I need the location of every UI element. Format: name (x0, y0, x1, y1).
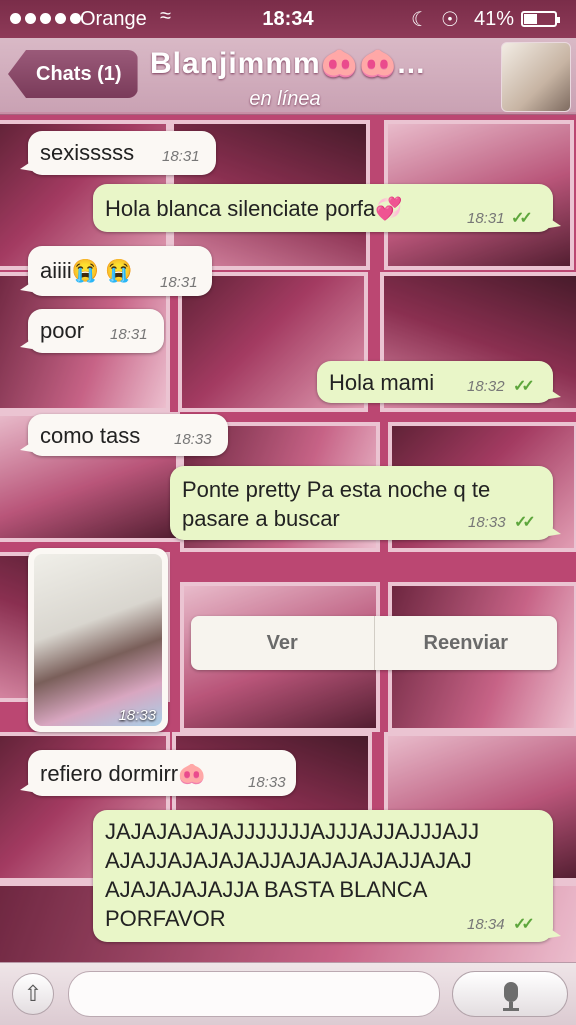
read-receipt-icon: ✓✓ (513, 378, 535, 395)
battery-icon (521, 11, 560, 27)
message-time: 18:31 (110, 326, 148, 343)
rotation-lock-icon: ☉ (441, 9, 459, 31)
image-thumbnail[interactable] (34, 554, 162, 726)
message-time: 18:32 (467, 378, 505, 395)
message-text-line: AJAJAJAJAJJA BASTA BLANCA (105, 877, 428, 902)
chat-header: Chats (1) Blanjimmm🐽🐽... en línea (0, 38, 576, 115)
battery-percentage: 41% (474, 8, 515, 30)
message-text-line: AJAJJAJAJAJAJJAJAJAJAJAJJAJAJ (105, 848, 472, 873)
message-text: Hola mami (329, 370, 435, 395)
message-text-line: Ponte pretty Pa esta noche q te (182, 477, 491, 502)
share-icon: ⇧ (23, 981, 43, 1006)
voice-note-button[interactable] (452, 971, 568, 1017)
message-text: Hola blanca silenciate porfa💞 (105, 196, 403, 221)
message-bubble-outgoing[interactable]: Hola blanca silenciate porfa💞 18:31 ✓✓ (93, 184, 561, 232)
message-bubble-incoming[interactable]: poor 18:31 (20, 309, 164, 353)
message-text: refiero dormirr🐽 (40, 761, 206, 786)
message-input-bar: ⇧ (0, 962, 576, 1025)
message-bubble-incoming[interactable]: refiero dormirr🐽 18:33 (20, 750, 296, 796)
message-text: poor (40, 318, 85, 343)
message-text-line: JAJAJAJAJAJJJJJJJAJJJAJJAJJJAJJ (105, 819, 480, 844)
message-bubble-outgoing[interactable]: Hola mami 18:32 ✓✓ (317, 361, 561, 403)
message-input[interactable] (68, 971, 440, 1017)
contact-status: en línea (249, 88, 321, 110)
message-text-line: pasare a buscar (182, 506, 340, 531)
message-time: 18:33 (174, 431, 212, 448)
message-bubble-outgoing[interactable]: Ponte pretty Pa esta noche q te pasare a… (170, 466, 561, 540)
message-bubble-incoming[interactable]: sexisssss 18:31 (20, 131, 216, 175)
read-receipt-icon: ✓✓ (514, 514, 536, 531)
view-media-button[interactable]: Ver (191, 616, 374, 670)
contact-avatar[interactable] (501, 42, 571, 112)
read-receipt-icon: ✓✓ (511, 210, 533, 227)
status-bar: Orange ≈ 18:34 ☾ ☉ 41% (0, 0, 576, 38)
message-text: como tass (40, 423, 141, 448)
read-receipt-icon: ✓✓ (513, 916, 535, 933)
do-not-disturb-icon: ☾ (411, 9, 429, 31)
media-actions: Ver Reenviar (191, 616, 557, 670)
message-bubble-incoming[interactable]: como tass 18:33 (20, 414, 228, 456)
forward-media-button[interactable]: Reenviar (373, 616, 558, 670)
contact-name[interactable]: Blanjimmm🐽🐽... (150, 46, 490, 81)
message-time: 18:31 (467, 210, 505, 227)
message-text: sexisssss (40, 140, 135, 165)
message-time: 18:33 (468, 514, 506, 531)
message-time: 18:31 (162, 148, 200, 165)
message-bubble-outgoing[interactable]: JAJAJAJAJAJJJJJJJAJJJAJJAJJJAJJ AJAJJAJA… (93, 810, 561, 942)
message-time: 18:33 (248, 774, 286, 791)
message-text: aiiii😭 😭 (40, 258, 133, 283)
message-time: 18:34 (467, 916, 505, 933)
image-message[interactable]: 18:33 (28, 548, 168, 732)
message-text-line: PORFAVOR (105, 906, 226, 931)
message-bubble-incoming[interactable]: aiiii😭 😭 18:31 (20, 246, 212, 296)
message-time: 18:31 (160, 274, 198, 291)
share-button[interactable]: ⇧ (12, 973, 54, 1015)
back-to-chats-button[interactable]: Chats (1) (8, 50, 138, 98)
message-time: 18:33 (118, 707, 156, 724)
